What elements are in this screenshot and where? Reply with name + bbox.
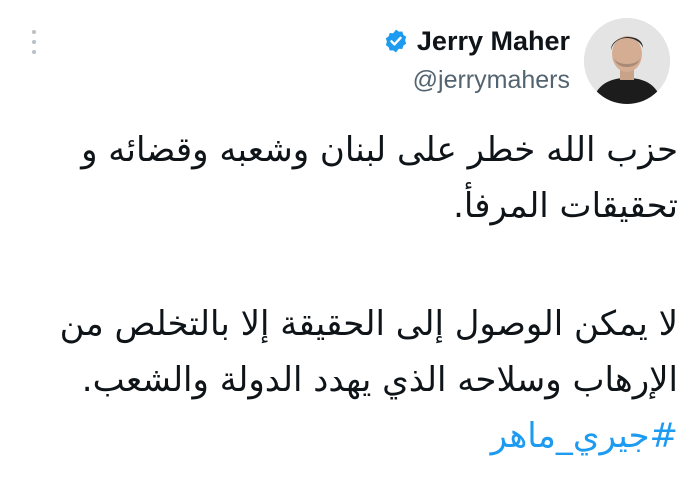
more-options-icon[interactable] (30, 30, 38, 54)
hashtag-link[interactable]: #جيري_ماهر (491, 416, 678, 456)
name-row: Jerry Maher (383, 24, 570, 58)
avatar[interactable] (584, 18, 670, 104)
tweet-paragraph-2: لا يمكن الوصول إلى الحقيقة إلا بالتخلص م… (28, 296, 678, 464)
tweet-header: Jerry Maher @jerrymahers (383, 24, 570, 96)
verified-badge-icon (383, 28, 409, 54)
tweet-paragraph-2-text: لا يمكن الوصول إلى الحقيقة إلا بالتخلص م… (59, 304, 678, 400)
tweet-text: حزب الله خطر على لبنان وشعبه وقضائه و تح… (28, 122, 678, 464)
tweet-card: Jerry Maher @jerrymahers حزب الله خطر عل… (0, 0, 700, 489)
author-display-name[interactable]: Jerry Maher (417, 24, 570, 58)
author-handle[interactable]: @jerrymahers (413, 64, 570, 96)
tweet-paragraph-1: حزب الله خطر على لبنان وشعبه وقضائه و تح… (81, 130, 678, 226)
